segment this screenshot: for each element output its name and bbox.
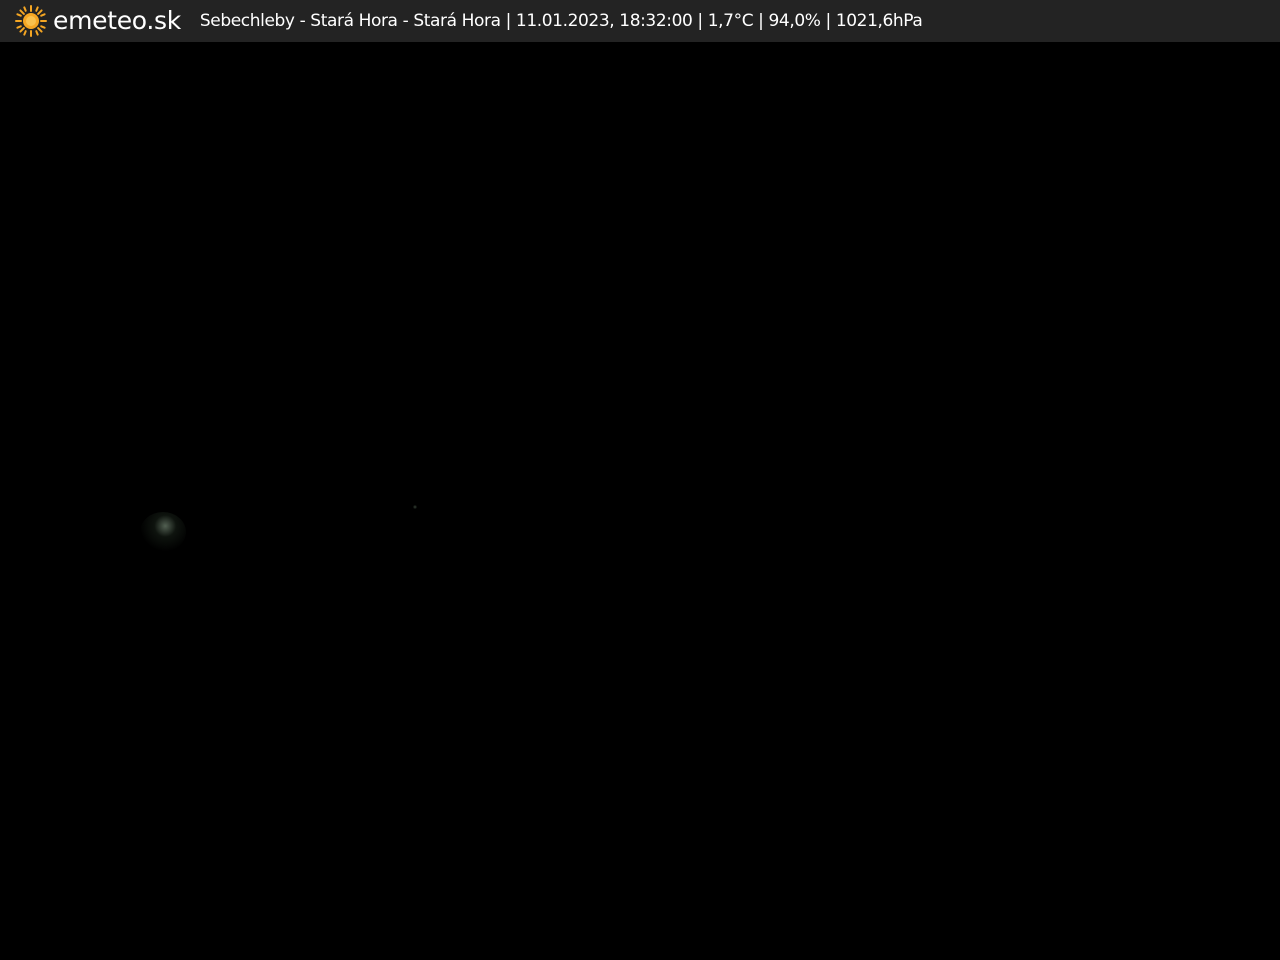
webcam-info-text: Sebechleby - Stará Hora - Stará Hora | 1… bbox=[199, 11, 923, 31]
logo-text: emeteo.sk bbox=[53, 6, 181, 35]
distant-light-small bbox=[413, 505, 417, 509]
distant-light bbox=[140, 512, 186, 552]
webcam-image bbox=[0, 42, 1280, 960]
sun-icon bbox=[15, 5, 47, 37]
emeteo-logo[interactable]: emeteo.sk bbox=[14, 0, 181, 42]
header-bar: emeteo.sk Sebechleby - Stará Hora - Star… bbox=[0, 0, 1280, 42]
